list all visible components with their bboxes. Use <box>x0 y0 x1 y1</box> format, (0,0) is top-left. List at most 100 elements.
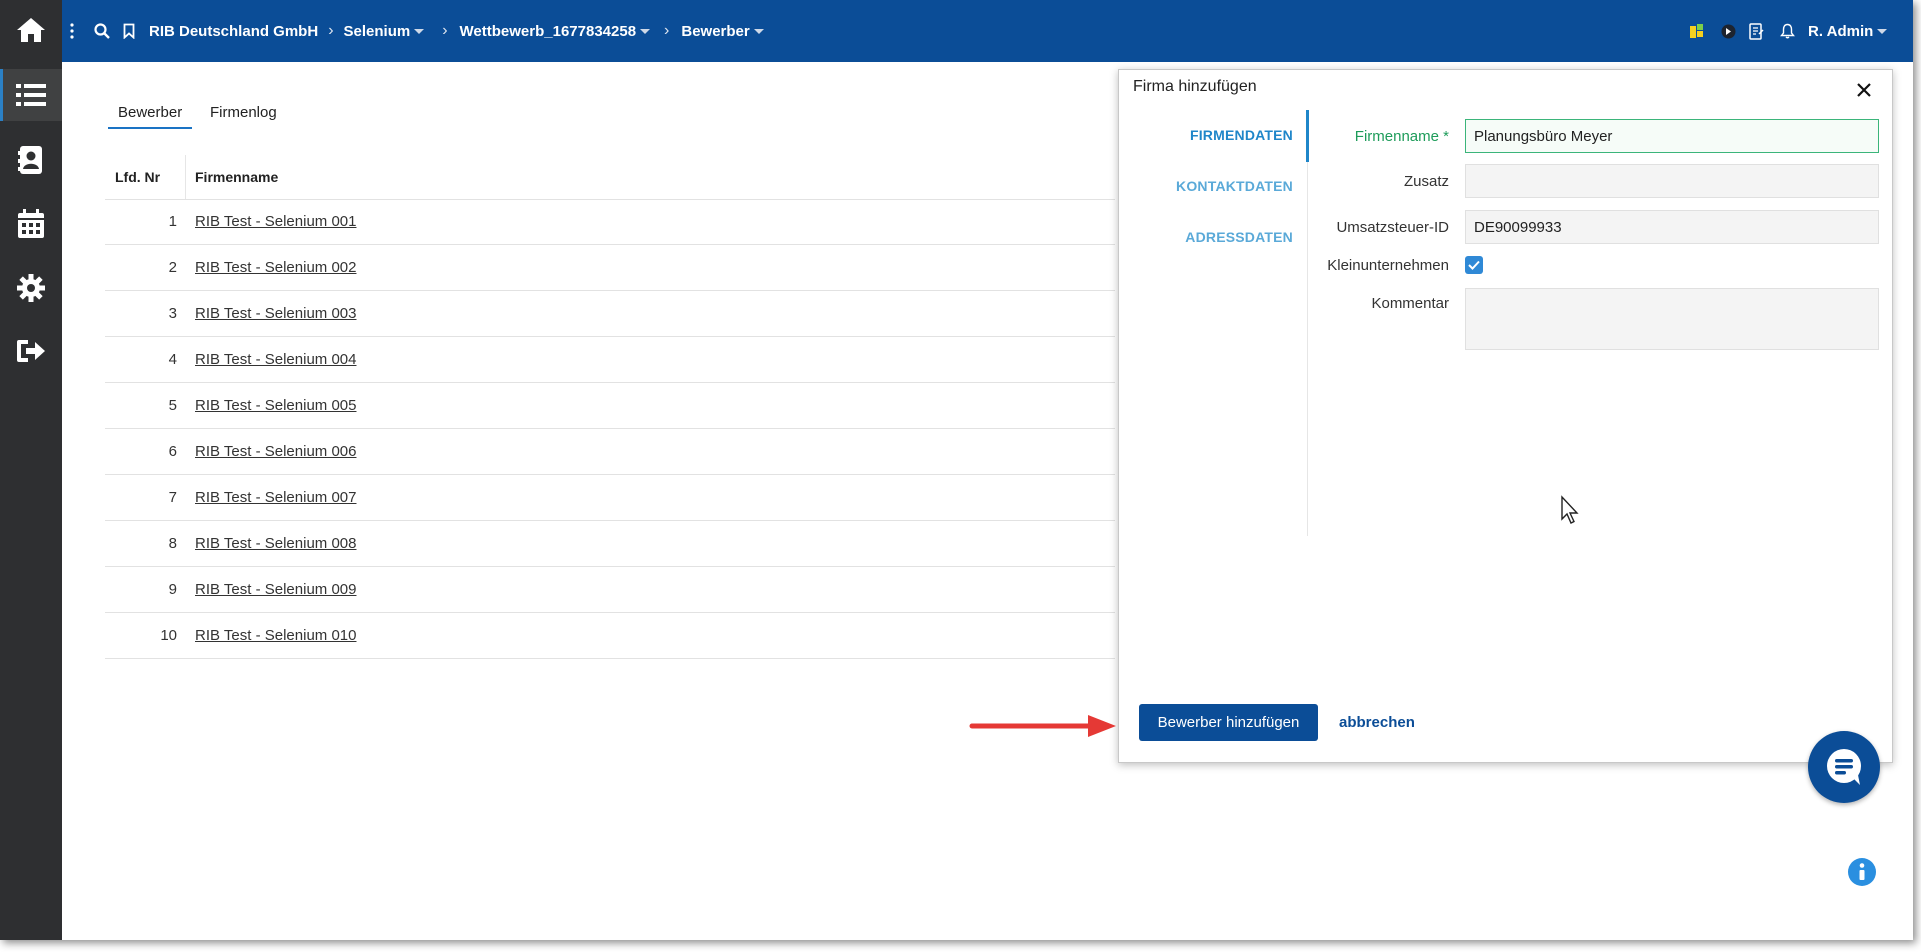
row-number: 3 <box>168 305 177 322</box>
company-link[interactable]: RIB Test - Selenium 002 <box>195 245 356 290</box>
dialog-nav-active-indicator <box>1306 110 1309 162</box>
company-link[interactable]: RIB Test - Selenium 001 <box>195 199 356 244</box>
info-icon <box>1859 863 1865 880</box>
add-applicant-button[interactable]: Bewerber hinzufügen <box>1139 704 1318 741</box>
search-button[interactable] <box>94 0 110 62</box>
dialog-nav-divider <box>1307 110 1308 536</box>
breadcrumb-company[interactable]: RIB Deutschland GmbH <box>149 23 318 40</box>
info-button[interactable] <box>1848 858 1876 886</box>
kommentar-textarea[interactable] <box>1465 288 1879 350</box>
sidebar-rail <box>0 0 62 940</box>
zusatz-label: Zusatz <box>1403 173 1449 190</box>
ust-id-input[interactable] <box>1465 210 1879 244</box>
table-row: 10 RIB Test - Selenium 010 <box>105 613 1115 659</box>
column-divider <box>185 155 186 199</box>
breadcrumb-competition[interactable]: Wettbewerb_1677834258 <box>460 23 651 40</box>
company-link[interactable]: RIB Test - Selenium 008 <box>195 521 356 566</box>
ust-id-label: Umsatzsteuer-ID <box>1336 219 1449 236</box>
menu-toggle[interactable] <box>62 0 82 62</box>
close-button[interactable] <box>1852 78 1876 102</box>
breadcrumb-separator: › <box>328 22 334 39</box>
row-number: 9 <box>168 581 177 598</box>
table-row: 5 RIB Test - Selenium 005 <box>105 383 1115 429</box>
table-row: 7 RIB Test - Selenium 007 <box>105 475 1115 521</box>
notes-icon <box>1749 22 1764 40</box>
breadcrumb: RIB Deutschland GmbH › Selenium › Wettbe… <box>149 0 764 62</box>
apps-icon <box>1690 24 1703 38</box>
table-row: 9 RIB Test - Selenium 009 <box>105 567 1115 613</box>
breadcrumb-bewerber-label: Bewerber <box>681 22 750 40</box>
app-switch-button[interactable] <box>1721 0 1736 62</box>
dialog-nav-kontaktdaten[interactable]: KONTAKTDATEN <box>1176 178 1293 194</box>
company-link[interactable]: RIB Test - Selenium 003 <box>195 291 356 336</box>
kommentar-label: Kommentar <box>1371 295 1449 312</box>
chat-bubble-icon <box>1827 749 1861 785</box>
calendar-icon <box>18 209 44 238</box>
kebab-menu-icon <box>70 23 74 39</box>
column-header-firmenname[interactable]: Firmenname <box>195 155 278 199</box>
row-number: 8 <box>168 535 177 552</box>
app-logo-icon <box>1721 24 1736 38</box>
table-row: 6 RIB Test - Selenium 006 <box>105 429 1115 475</box>
sidebar-item-home[interactable] <box>0 4 62 56</box>
row-number: 10 <box>160 627 177 644</box>
company-link[interactable]: RIB Test - Selenium 010 <box>195 613 356 658</box>
bookmark-icon <box>123 23 135 39</box>
breadcrumb-separator: › <box>442 22 448 39</box>
kleinunternehmen-checkbox[interactable] <box>1465 256 1483 274</box>
breadcrumb-competition-label: Wettbewerb_1677834258 <box>459 22 637 40</box>
table-body: 1 RIB Test - Selenium 001 2 RIB Test - Sele… <box>105 199 1115 659</box>
chevron-down-icon <box>1877 28 1888 34</box>
chevron-down-icon <box>640 29 651 35</box>
company-link[interactable]: RIB Test - Selenium 007 <box>195 475 356 520</box>
dialog-nav-adressdaten[interactable]: ADRESSDATEN <box>1185 229 1293 245</box>
table-row: 8 RIB Test - Selenium 008 <box>105 521 1115 567</box>
user-name: R. Admin <box>1808 22 1874 40</box>
table-row: 1 RIB Test - Selenium 001 <box>105 199 1115 245</box>
dialog-nav-firmendaten[interactable]: FIRMENDATEN <box>1190 127 1293 143</box>
table-row: 3 RIB Test - Selenium 003 <box>105 291 1115 337</box>
column-header-nr[interactable]: Lfd. Nr <box>115 155 160 199</box>
logout-icon <box>17 340 45 362</box>
company-link[interactable]: RIB Test - Selenium 009 <box>195 567 356 612</box>
bookmark-button[interactable] <box>123 0 135 62</box>
tab-firmenlog[interactable]: Firmenlog <box>200 98 287 127</box>
sidebar-item-calendar[interactable] <box>0 198 62 250</box>
sidebar-item-contacts[interactable] <box>0 134 62 186</box>
notes-button[interactable] <box>1749 0 1764 62</box>
sidebar-item-list[interactable] <box>0 69 62 121</box>
user-menu[interactable]: R. Admin <box>1808 0 1888 62</box>
company-link[interactable]: RIB Test - Selenium 004 <box>195 337 356 382</box>
breadcrumb-separator: › <box>664 22 670 39</box>
dialog-title: Firma hinzufügen <box>1133 78 1257 95</box>
row-number: 5 <box>168 397 177 414</box>
app-window: RIB Deutschland GmbH › Selenium › Wettbe… <box>0 0 1913 940</box>
row-number: 1 <box>168 213 177 230</box>
breadcrumb-project-label: Selenium <box>343 22 411 40</box>
gear-icon <box>17 274 45 302</box>
kleinunternehmen-label: Kleinunternehmen <box>1327 257 1449 274</box>
apps-button[interactable] <box>1690 0 1704 62</box>
search-icon <box>94 23 110 39</box>
table-row: 2 RIB Test - Selenium 002 <box>105 245 1115 291</box>
chat-button[interactable] <box>1808 731 1880 803</box>
row-number: 6 <box>168 443 177 460</box>
add-company-dialog: Firma hinzufügen FIRMENDATEN KONTAKTDATE… <box>1118 69 1893 763</box>
zusatz-input[interactable] <box>1465 164 1879 198</box>
tab-bewerber[interactable]: Bewerber <box>108 98 193 129</box>
firmenname-input[interactable] <box>1465 119 1879 153</box>
sidebar-item-settings[interactable] <box>0 262 62 314</box>
top-bar: RIB Deutschland GmbH › Selenium › Wettbe… <box>82 0 1913 62</box>
notifications-button[interactable] <box>1780 0 1795 62</box>
breadcrumb-project[interactable]: Selenium <box>344 23 425 40</box>
annotation-arrow-icon <box>969 715 1116 737</box>
sidebar-item-logout[interactable] <box>0 325 62 377</box>
breadcrumb-bewerber[interactable]: Bewerber <box>681 22 764 40</box>
company-link[interactable]: RIB Test - Selenium 005 <box>195 383 356 428</box>
table-header: Lfd. Nr Firmenname <box>105 155 1115 200</box>
table-row: 4 RIB Test - Selenium 004 <box>105 337 1115 383</box>
cancel-link[interactable]: abbrechen <box>1339 704 1415 741</box>
row-number: 4 <box>168 351 177 368</box>
close-icon <box>1857 83 1871 97</box>
company-link[interactable]: RIB Test - Selenium 006 <box>195 429 356 474</box>
